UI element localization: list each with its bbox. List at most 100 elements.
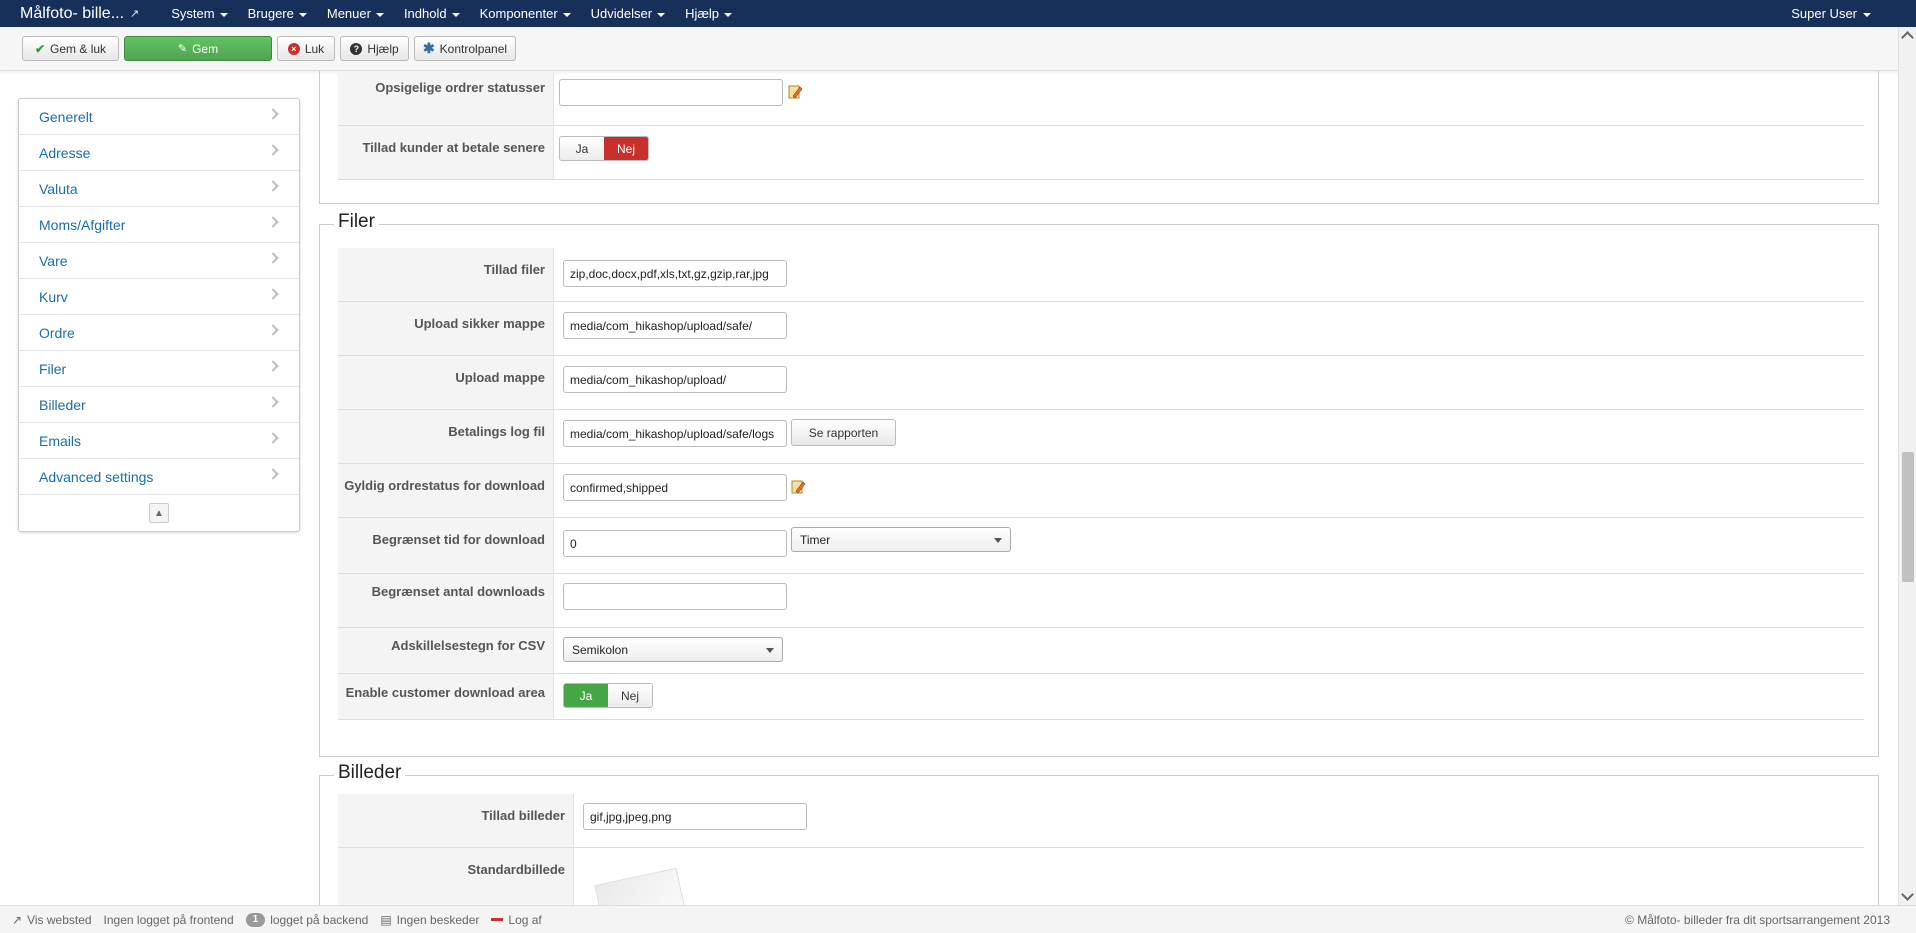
pay-later-yes[interactable]: Ja [560,137,604,160]
order-fieldset: Opsigelige ordrer statusser Tillad kunde… [319,71,1879,204]
see-report-button[interactable]: Se rapporten [791,419,896,446]
field-label: Tillad billeder [338,794,574,847]
upload-folder-row: Upload mappe media/com_hikashop/upload/ [338,356,1864,410]
scroll-up-icon[interactable] [1901,31,1914,44]
field-label: Upload mappe [338,356,554,409]
status-label: Log af [508,912,542,927]
menu-label: Komponenter [479,6,558,21]
share-icon: ↗ [12,912,23,927]
menu-label: Indhold [403,6,447,21]
payment-log-input[interactable]: media/com_hikashop/upload/safe/logs [563,420,787,447]
button-label: Kontrolpanel [439,41,508,56]
download-count-input[interactable] [563,583,787,610]
download-area-row: Enable customer download area Ja Nej [338,674,1864,720]
menu-system[interactable]: System [161,0,237,27]
sidebar-item-taxes[interactable]: Moms/Afgifter [19,207,299,243]
save-button[interactable]: ✎ Gem [124,36,272,61]
top-navbar: Målfoto- bille... ↗ System Brugere Menue… [0,0,1916,27]
logout-link[interactable]: Log af [491,912,542,927]
main-content: Opsigelige ordrer statusser Tillad kunde… [318,71,1880,905]
images-legend: Billeder [334,762,406,784]
control-panel-button[interactable]: ✱ Kontrolpanel [414,36,516,61]
pay-later-no[interactable]: Nej [604,137,648,160]
sidebar-item-label: Adresse [39,144,91,161]
messages-link[interactable]: ▤ Ingen beskeder [380,913,479,927]
caret-down-icon [1863,12,1871,17]
menu-users[interactable]: Brugere [238,0,317,27]
allowed-files-input[interactable]: zip,doc,docx,pdf,xls,txt,gz,gzip,rar,jpg [563,260,787,287]
pay-later-row: Tillad kunder at betale senere Ja Nej [338,126,1864,180]
close-button[interactable]: × Luk [277,36,335,61]
upload-secure-input[interactable]: media/com_hikashop/upload/safe/ [563,312,787,339]
user-menu[interactable]: Super User [1791,6,1871,21]
menu-menus[interactable]: Menuer [317,0,394,27]
sidebar-item-advanced[interactable]: Advanced settings [19,459,299,495]
view-site-link[interactable]: ↗ Vis websted [12,913,92,927]
sidebar-item-emails[interactable]: Emails [19,423,299,459]
download-area-yes[interactable]: Ja [564,684,608,707]
main-menu: System Brugere Menuer Indhold Komponente… [161,0,742,27]
menu-label: Brugere [247,6,294,21]
download-time-input[interactable]: 0 [563,530,787,557]
menu-help[interactable]: Hjælp [675,0,742,27]
menu-components[interactable]: Komponenter [470,0,581,27]
menu-label: System [171,6,215,21]
sidebar-item-files[interactable]: Filer [19,351,299,387]
field-label: Upload sikker mappe [338,302,554,355]
button-label: Luk [304,41,325,56]
toolbar: ✔ Gem & luk ✎ Gem × Luk ? Hjælp ✱ Kontro… [0,27,1916,71]
csv-separator-select[interactable]: Semikolon [563,637,783,662]
sidebar-item-general[interactable]: Generelt [19,99,299,135]
sidebar-item-address[interactable]: Adresse [19,135,299,171]
collapse-sidebar-icon[interactable]: ▲ [149,503,169,523]
messages-icon: ▤ [380,912,392,927]
field-label: Begrænset antal downloads [338,574,554,627]
download-status-input[interactable]: confirmed,shipped [563,474,787,501]
field-label: Opsigelige ordrer statusser [338,72,554,125]
button-label: Gem & luk [50,41,107,56]
menu-label: Menuer [326,6,371,21]
download-time-unit-select[interactable]: Timer [791,527,1011,552]
sidebar-item-label: Advanced settings [39,468,154,485]
sidebar-item-label: Kurv [39,288,68,305]
sidebar-item-label: Filer [39,360,67,377]
menu-extensions[interactable]: Udvidelser [581,0,675,27]
caret-down-icon [657,12,666,17]
download-area-toggle: Ja Nej [563,683,653,708]
field-label: Standardbillede [338,848,574,905]
images-fieldset: Billeder Tillad billeder gif,jpg,jpeg,pn… [319,762,1879,905]
caret-down-icon [451,12,460,17]
edit-pencil-icon[interactable] [790,479,806,495]
site-brand-link[interactable]: Målfoto- bille... ↗ [0,0,149,27]
cancellable-statuses-row: Opsigelige ordrer statusser [338,72,1864,126]
download-status-row: Gyldig ordrestatus for download confirme… [338,464,1864,518]
save-close-button[interactable]: ✔ Gem & luk [22,36,119,61]
sidebar-item-order[interactable]: Ordre [19,315,299,351]
scrollbar-thumb[interactable] [1902,452,1914,582]
status-label: Ingen beskeder [396,912,480,927]
cancellable-statuses-input[interactable] [559,79,783,106]
sidebar-item-currency[interactable]: Valuta [19,171,299,207]
backend-users-status: 1 logget på backend [245,912,368,927]
allowed-images-input[interactable]: gif,jpg,jpeg,png [583,803,807,830]
sidebar-item-cart[interactable]: Kurv [19,279,299,315]
edit-pencil-icon[interactable] [787,84,803,100]
sidebar-item-product[interactable]: Vare [19,243,299,279]
field-label: Tillad filer [338,248,554,301]
sidebar-item-label: Billeder [39,396,86,413]
sidebar-item-label: Vare [39,252,68,269]
field-label: Gyldig ordrestatus for download [338,464,554,517]
field-label: Betalings log fil [338,410,554,463]
help-button[interactable]: ? Hjælp [340,36,409,61]
default-image-thumbnail[interactable] [594,867,686,905]
field-label: Adskillelsestegn for CSV [338,628,554,673]
download-area-no[interactable]: Nej [608,684,652,707]
upload-folder-input[interactable]: media/com_hikashop/upload/ [563,366,787,393]
status-bar: ↗ Vis websted Ingen logget på frontend 1… [0,905,1916,933]
sidebar-item-images[interactable]: Billeder [19,387,299,423]
page-scrollbar[interactable] [1898,27,1916,905]
menu-content[interactable]: Indhold [394,0,470,27]
sidebar-item-label: Generelt [39,108,93,125]
scroll-down-icon[interactable] [1901,888,1914,901]
chevron-right-icon [267,360,279,372]
